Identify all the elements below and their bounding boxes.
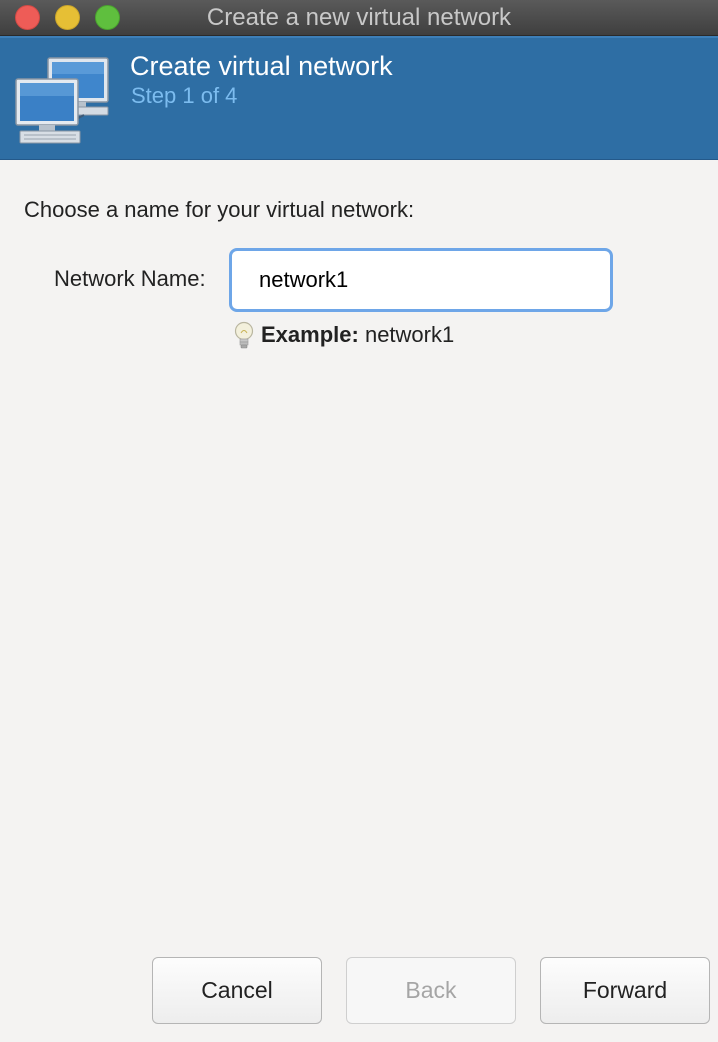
title-bar: Create a new virtual network: [0, 0, 718, 36]
name-prompt: Choose a name for your virtual network:: [24, 197, 415, 222]
network-name-label: Network Name:: [54, 266, 206, 291]
wizard-step-indicator: Step 1 of 4: [131, 83, 238, 108]
name-example-hint: Example: network1: [261, 322, 454, 348]
forward-button[interactable]: Forward: [540, 957, 710, 1024]
wizard-title: Create virtual network: [130, 51, 393, 81]
cancel-button[interactable]: Cancel: [152, 957, 322, 1024]
network-name-input[interactable]: [229, 248, 613, 312]
hint-label: Example:: [261, 322, 359, 347]
wizard-header: Create virtual network Step 1 of 4: [0, 36, 718, 160]
network-computers-icon: [15, 57, 109, 144]
lightbulb-icon: [234, 321, 254, 349]
back-button[interactable]: Back: [346, 957, 516, 1024]
hint-value: network1: [364, 322, 455, 347]
window-title: Create a new virtual network: [206, 4, 512, 31]
